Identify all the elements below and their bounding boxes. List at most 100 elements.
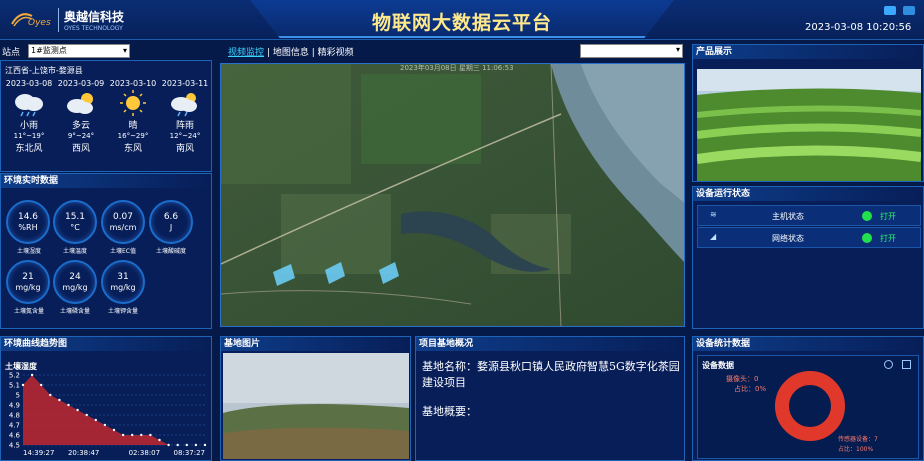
product-photo <box>697 69 921 181</box>
station-select[interactable]: 1#监测点 <box>28 44 130 58</box>
partly-cloudy-icon <box>55 89 107 117</box>
gauge-label: 土壤钾含量 <box>107 308 138 315</box>
rain-cloud-icon <box>3 89 55 117</box>
camera-select[interactable] <box>580 44 683 58</box>
series-area <box>23 375 205 445</box>
ring-slice-sensor <box>775 371 845 441</box>
brand-name: 奥越信科技 <box>64 10 125 24</box>
gauge-soil-p: 24 mg/kg <box>53 260 97 304</box>
y-tick-label: 4.5 <box>9 442 20 450</box>
x-tick-label: 08:37:27 <box>174 449 205 457</box>
data-point[interactable] <box>149 433 152 437</box>
env-title: 环境实时数据 <box>1 174 211 188</box>
weather-temp: 16°~29° <box>117 132 149 140</box>
logo-mark-icon: Oyes <box>11 13 51 28</box>
data-point[interactable] <box>176 443 179 447</box>
status-state: 打开 <box>880 212 896 221</box>
weather-temp: 9°~24° <box>67 132 95 140</box>
product-title: 产品展示 <box>693 45 923 59</box>
trend-title: 环境曲线趋势图 <box>1 337 211 351</box>
weather-desc: 多云 <box>71 121 90 131</box>
data-point[interactable] <box>40 383 43 387</box>
fullscreen-icon[interactable] <box>884 6 896 15</box>
stats-panel: 设备统计数据 设备数据 摄像头：0 占比：0% 传感器设备：7 占比：100% <box>692 336 924 461</box>
project-panel: 项目基地概况 基地名称：婺源县秋口镇人民政府智慧5G数字化茶园建设项目 基地概要… <box>415 336 685 461</box>
download-icon[interactable] <box>902 360 911 369</box>
weather-desc: 小雨 <box>19 121 38 131</box>
tab-separator: | <box>311 48 315 58</box>
y-tick-label: 5.2 <box>9 372 20 380</box>
map-watermark: 2023年03月08日 星期三 11:06:53 <box>400 64 514 72</box>
map-imagery <box>221 64 684 326</box>
region-label: 江西省-上饶市-婺源县 <box>5 66 83 75</box>
weather-date: 2023-03-11 <box>161 79 209 88</box>
tab-separator: | <box>266 48 270 58</box>
stats-inner-title: 设备数据 <box>702 361 734 370</box>
page-title: 物联网大数据云平台 <box>371 12 552 34</box>
satellite-map[interactable] <box>220 63 685 327</box>
refresh-icon[interactable] <box>884 360 893 369</box>
product-panel: 产品展示 <box>692 44 924 182</box>
status-row-host: ≋ 主机状态 打开 <box>697 205 921 226</box>
data-point[interactable] <box>103 423 107 427</box>
sun-icon <box>107 89 159 117</box>
data-point[interactable] <box>140 433 143 437</box>
trend-panel: 环境曲线趋势图 土壤湿度 4.5 4.6 4.7 4.8 4.9 5 5.1 5.2 14:39… <box>0 336 212 461</box>
tab-featured-video[interactable]: 精彩视频 <box>318 48 354 58</box>
project-title: 项目基地概况 <box>416 337 684 351</box>
data-point[interactable] <box>76 408 79 412</box>
data-point[interactable] <box>203 443 207 447</box>
gauge-soil-k: 31 mg/kg <box>101 260 145 304</box>
data-point[interactable] <box>21 383 25 387</box>
data-point[interactable] <box>167 443 170 447</box>
gauge-label: 土壤酸碱度 <box>155 248 186 255</box>
y-tick-label: 4.9 <box>9 402 20 410</box>
data-point[interactable] <box>85 413 88 417</box>
y-tick-label: 5.1 <box>9 382 20 390</box>
stats-inner: 设备数据 摄像头：0 占比：0% 传感器设备：7 占比：100% <box>697 355 919 459</box>
signal-icon: ◢ <box>710 232 717 241</box>
weather-temp: 11°~19° <box>13 132 45 140</box>
data-point[interactable] <box>121 433 125 437</box>
status-row-network: ◢ 网络状态 打开 <box>697 227 921 248</box>
trend-chart: 4.5 4.6 4.7 4.8 4.9 5 5.1 5.2 14:39:27 20:38:47 02… <box>9 372 207 457</box>
status-dot <box>862 233 872 243</box>
data-point[interactable] <box>112 428 116 432</box>
exit-icon[interactable] <box>903 6 915 15</box>
x-tick-label: 14:39:27 <box>23 449 54 457</box>
data-point[interactable] <box>158 438 161 442</box>
data-point[interactable] <box>185 443 188 447</box>
weather-date: 2023-03-10 <box>109 79 157 88</box>
weather-wind: 西风 <box>71 144 90 154</box>
weather-panel: 江西省-上饶市-婺源县 2023-03-08 小雨 11°~19° 东北风 20… <box>0 60 212 172</box>
tab-video-monitor[interactable]: 视频监控 <box>228 48 264 58</box>
weather-date: 2023-03-08 <box>5 79 53 88</box>
data-point[interactable] <box>131 433 134 437</box>
status-panel: 设备运行状态 ≋ 主机状态 打开 ◢ 网络状态 打开 <box>692 186 924 329</box>
env-panel: 环境实时数据 14.6 %RH 土壤湿度 15.1 °C 土壤温度 0.07 ms/c… <box>0 173 212 329</box>
status-title: 设备运行状态 <box>693 187 923 201</box>
y-tick-label: 5 <box>16 392 20 400</box>
gauge-soil-ph: 6.6 J <box>149 200 193 244</box>
gauge-soil-temp: 15.1 °C <box>53 200 97 244</box>
gauge-soil-ec: 0.07 ms/cm <box>101 200 145 244</box>
datetime: 2023-03-08 10:20:56 <box>805 22 912 33</box>
y-tick-label: 4.6 <box>9 432 21 440</box>
weather-date: 2023-03-09 <box>57 79 105 88</box>
status-state: 打开 <box>880 234 896 243</box>
data-point[interactable] <box>58 398 61 402</box>
weather-desc: 晴 <box>128 121 138 131</box>
project-name: 基地名称：婺源县秋口镇人民政府智慧5G数字化茶园建设项目 <box>422 360 680 389</box>
data-point[interactable] <box>194 443 198 447</box>
weather-wind: 东北风 <box>15 144 43 154</box>
data-point[interactable] <box>49 393 52 397</box>
legend-camera: 摄像头：0 <box>726 375 759 383</box>
map-tabs: 视频监控 | 地图信息 | 精彩视频 <box>228 45 354 58</box>
data-point[interactable] <box>30 373 34 377</box>
wifi-icon: ≋ <box>710 210 717 219</box>
data-point[interactable] <box>94 418 98 422</box>
tab-map-info[interactable]: 地图信息 <box>273 48 309 58</box>
basephoto-title: 基地图片 <box>221 337 410 351</box>
data-point[interactable] <box>67 403 70 407</box>
shower-icon <box>159 89 211 117</box>
